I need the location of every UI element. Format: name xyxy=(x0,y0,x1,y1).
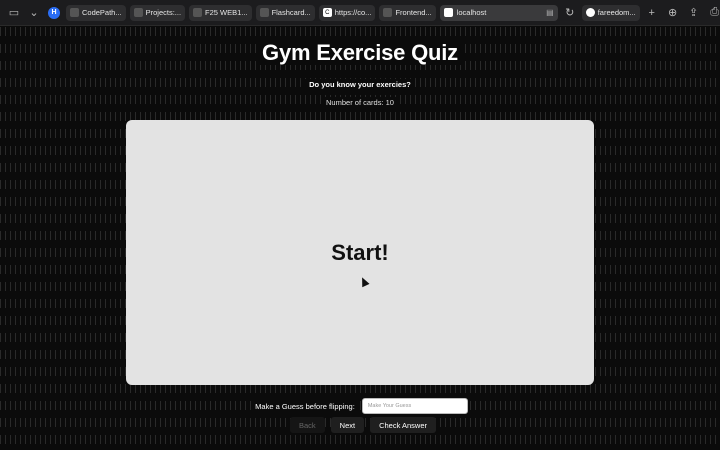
tab-favicon-icon xyxy=(133,8,143,17)
back-button[interactable]: Back xyxy=(289,417,325,433)
quiz-page: Gym Exercise Quiz Do you know your exerc… xyxy=(0,27,720,450)
reader-icon[interactable]: ▤ xyxy=(546,8,554,17)
tab-label: fareedom... xyxy=(597,8,636,17)
tab-label: F25 WEB1... xyxy=(205,8,248,17)
guess-label: Make a Guess before flipping: xyxy=(252,400,358,412)
browser-tab[interactable]: CodePath... xyxy=(66,4,126,21)
address-bar[interactable]: localhost ▤ xyxy=(439,4,558,21)
github-icon xyxy=(585,8,595,17)
tab-favicon-icon xyxy=(383,8,393,17)
print-icon[interactable]: ⎙ xyxy=(707,5,720,21)
flashcard[interactable]: Start! xyxy=(126,120,594,385)
guess-input[interactable] xyxy=(361,398,468,414)
browser-tab[interactable]: F25 WEB1... xyxy=(189,4,252,21)
download-icon[interactable]: ⊕ xyxy=(665,5,681,21)
tab-label: Frontend... xyxy=(395,8,432,17)
page-title-text: Gym Exercise Quiz xyxy=(256,40,464,65)
tab-label: https://co... xyxy=(334,8,372,17)
button-row: Back Next Check Answer xyxy=(0,417,720,433)
tab-favicon-icon: C xyxy=(322,8,332,17)
check-answer-button[interactable]: Check Answer xyxy=(370,417,437,433)
card-count-text: Number of cards: 10 xyxy=(322,97,398,108)
subtitle: Do you know your exercies? xyxy=(0,79,720,90)
sidebar-toggle-icon[interactable]: ▭ xyxy=(6,5,22,21)
chevron-down-icon[interactable]: ⌄ xyxy=(26,5,42,21)
tab-label: CodePath... xyxy=(82,8,122,17)
address-text: localhost xyxy=(456,8,487,17)
tab-label: Flashcard... xyxy=(271,8,311,17)
browser-tab[interactable]: Chttps://co... xyxy=(318,4,376,21)
flashcard-text: Start! xyxy=(331,239,389,265)
browser-toolbar: ▭ ⌄ H CodePath... Projects:... F25 WEB1.… xyxy=(0,0,720,26)
guess-row: Make a Guess before flipping: xyxy=(0,398,720,414)
tab-label: Projects:... xyxy=(145,8,182,17)
page-title: Gym Exercise Quiz xyxy=(0,40,720,66)
browser-tab[interactable]: Frontend... xyxy=(379,4,436,21)
card-count: Number of cards: 10 xyxy=(0,97,720,108)
profile-icon[interactable]: H xyxy=(46,5,62,21)
next-button[interactable]: Next xyxy=(330,417,365,433)
browser-tab[interactable]: Flashcard... xyxy=(255,4,315,21)
site-icon xyxy=(443,8,453,17)
subtitle-text: Do you know your exercies? xyxy=(305,79,415,90)
share-icon[interactable]: ⇪ xyxy=(686,5,702,21)
browser-tab[interactable]: Projects:... xyxy=(129,4,186,21)
tab-favicon-icon xyxy=(259,8,269,17)
tab-favicon-icon xyxy=(193,8,203,17)
new-tab-icon[interactable]: + xyxy=(644,5,660,21)
reload-icon[interactable]: ↻ xyxy=(562,5,578,21)
browser-tab[interactable]: fareedom... xyxy=(581,4,640,21)
tab-favicon-icon xyxy=(70,8,79,17)
